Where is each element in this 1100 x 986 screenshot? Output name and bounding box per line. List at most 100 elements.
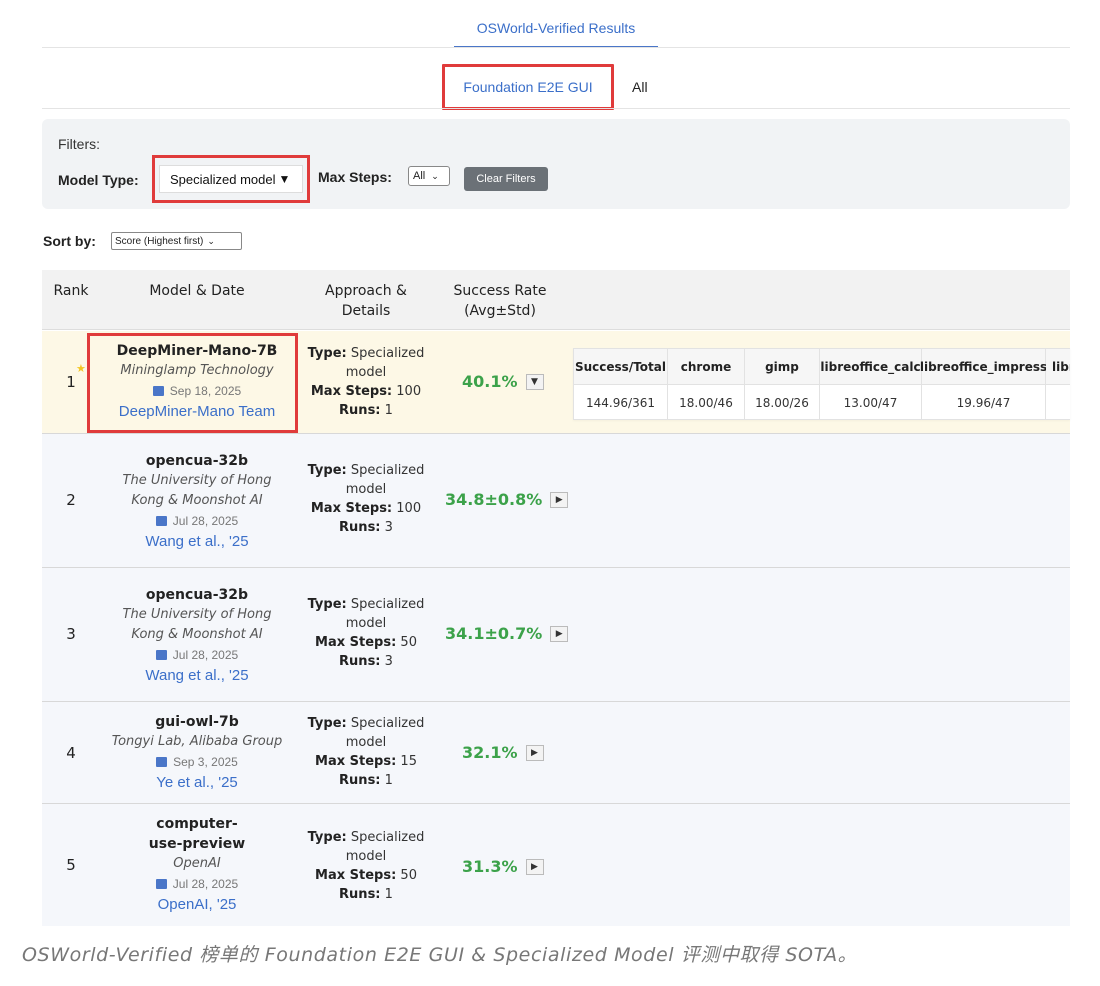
approach-cell: Type: Specialized model Max Steps: 50 Ru… bbox=[304, 828, 428, 904]
author-link[interactable]: Ye et al., '25 bbox=[102, 772, 292, 794]
model-date: Sep 3, 2025 bbox=[102, 752, 292, 772]
success-rate-cell: 31.3% ▶ bbox=[462, 857, 544, 876]
rank-cell: 3 bbox=[66, 625, 76, 643]
details-col-libreoffice-impress: libreoffice_impress 19.96/47 bbox=[920, 349, 1047, 419]
success-rate-value: 40.1% bbox=[462, 372, 518, 391]
details-value: 18.00/46 bbox=[679, 396, 733, 410]
runs-value: 1 bbox=[384, 887, 393, 902]
calendar-icon bbox=[155, 650, 167, 660]
sort-value: Score (Highest first) bbox=[115, 235, 204, 247]
success-rate-value: 32.1% bbox=[462, 743, 518, 762]
model-date: Jul 28, 2025 bbox=[102, 645, 292, 665]
approach-type: Type: Specialized model bbox=[304, 461, 428, 499]
model-date-text: Jul 28, 2025 bbox=[172, 877, 239, 891]
model-name: computer-use-preview bbox=[148, 816, 246, 852]
details-header: chrome bbox=[668, 349, 744, 385]
collapse-details-button[interactable]: ▼ bbox=[525, 373, 544, 390]
header-success-rate[interactable]: Success Rate (Avg±Std) bbox=[438, 281, 562, 321]
details-header: libreoffice_calc bbox=[820, 349, 921, 385]
rank-cell: 2 bbox=[66, 491, 76, 509]
expand-details-button[interactable]: ▶ bbox=[525, 744, 544, 761]
header-approach[interactable]: Approach & Details bbox=[304, 281, 428, 321]
sort-label: Sort by: bbox=[43, 233, 96, 249]
header-rank[interactable]: Rank bbox=[42, 281, 100, 301]
runs-label: Runs: bbox=[339, 520, 381, 535]
rank-cell: 4 bbox=[66, 744, 76, 762]
max-steps-select[interactable]: All ⌄ bbox=[408, 166, 450, 186]
approach-steps: Max Steps: 100 bbox=[304, 499, 428, 518]
model-name: opencua-32b bbox=[145, 453, 249, 469]
tab-all[interactable]: All bbox=[632, 79, 648, 95]
model-date-text: Jul 28, 2025 bbox=[172, 514, 239, 528]
type-label: Type: bbox=[307, 830, 347, 845]
header-approach-line1: Approach & bbox=[325, 283, 407, 299]
details-value: 19.96/47 bbox=[956, 396, 1011, 410]
author-link[interactable]: Wang et al., '25 bbox=[102, 531, 292, 553]
runs-value: 3 bbox=[384, 520, 393, 535]
expand-details-button[interactable]: ▶ bbox=[550, 491, 569, 508]
tab-foundation-e2e-gui[interactable]: Foundation E2E GUI bbox=[442, 64, 614, 110]
max-steps-label: Max Steps: bbox=[315, 754, 397, 769]
details-header: Success/Total bbox=[574, 349, 667, 385]
header-rate-line2: (Avg±Std) bbox=[464, 303, 536, 319]
max-steps-value: 50 bbox=[400, 635, 417, 650]
table-row[interactable]: 2 opencua-32b The University of Hong Kon… bbox=[42, 434, 1070, 568]
model-type-value: Specialized model bbox=[170, 171, 276, 187]
author-link[interactable]: OpenAI, '25 bbox=[102, 894, 292, 916]
approach-type: Type: Specialized model bbox=[304, 828, 428, 866]
expand-details-button[interactable]: ▶ bbox=[525, 858, 544, 875]
details-col-success-total: Success/Total 144.96/361 bbox=[574, 349, 668, 419]
header-approach-line2: Details bbox=[341, 303, 391, 319]
approach-type: Type: Specialized model bbox=[304, 595, 428, 633]
details-value: 144.96/361 bbox=[586, 396, 655, 410]
table-row[interactable]: 3 opencua-32b The University of Hong Kon… bbox=[42, 568, 1070, 702]
sort-select[interactable]: Score (Highest first) ⌄ bbox=[111, 232, 242, 250]
model-org: The University of Hong Kong & Moonshot A… bbox=[122, 607, 272, 642]
author-link[interactable]: Wang et al., '25 bbox=[102, 665, 292, 687]
model-date-text: Sep 3, 2025 bbox=[173, 755, 238, 769]
max-steps-value: 15 bbox=[400, 754, 417, 769]
max-steps-label: Max Steps: bbox=[310, 384, 393, 399]
table-row[interactable]: 5 computer-use-preview OpenAI Jul 28, 20… bbox=[42, 804, 1070, 926]
runs-value: 1 bbox=[384, 403, 393, 418]
details-value: 18.00/26 bbox=[755, 396, 809, 410]
approach-runs: Runs: 1 bbox=[304, 771, 428, 790]
max-steps-label: Max Steps: bbox=[310, 501, 393, 516]
model-type-select[interactable]: Specialized model ▼ bbox=[159, 165, 303, 193]
max-steps-value: 100 bbox=[396, 384, 422, 399]
details-header: gimp bbox=[745, 349, 819, 385]
max-steps-label: Max Steps: bbox=[315, 635, 397, 650]
model-org: The University of Hong Kong & Moonshot A… bbox=[122, 473, 272, 508]
approach-runs: Runs: 3 bbox=[304, 652, 428, 671]
expand-details-button[interactable]: ▶ bbox=[550, 625, 569, 642]
max-steps-value: 100 bbox=[396, 501, 422, 516]
max-steps-value: 50 bbox=[400, 868, 417, 883]
table-row[interactable]: 4 gui-owl-7b Tongyi Lab, Alibaba Group S… bbox=[42, 702, 1070, 804]
type-value: Specialized model bbox=[345, 830, 425, 864]
calendar-icon bbox=[155, 516, 167, 526]
divider bbox=[42, 108, 1070, 109]
approach-steps: Max Steps: 50 bbox=[304, 866, 428, 885]
type-value: Specialized model bbox=[345, 716, 425, 750]
model-type-label: Model Type: bbox=[58, 172, 139, 188]
clear-filters-button[interactable]: Clear Filters bbox=[464, 167, 548, 191]
details-col-chrome: chrome 18.00/46 bbox=[668, 349, 745, 419]
tab-osworld-verified-results[interactable]: OSWorld-Verified Results bbox=[454, 14, 658, 48]
model-date: Jul 28, 2025 bbox=[102, 511, 292, 531]
divider bbox=[42, 47, 1070, 48]
header-rate-line1: Success Rate bbox=[453, 283, 547, 299]
model-cell: opencua-32b The University of Hong Kong … bbox=[102, 451, 292, 553]
model-date: Jul 28, 2025 bbox=[102, 874, 292, 894]
approach-type: Type: Specialized model bbox=[304, 344, 428, 382]
model-highlight-box bbox=[87, 333, 298, 433]
type-value: Specialized model bbox=[345, 597, 425, 631]
details-col-gimp: gimp 18.00/26 bbox=[745, 349, 820, 419]
approach-cell: Type: Specialized model Max Steps: 100 R… bbox=[304, 344, 428, 420]
runs-label: Runs: bbox=[339, 654, 381, 669]
model-cell: opencua-32b The University of Hong Kong … bbox=[102, 585, 292, 687]
model-org: OpenAI bbox=[173, 856, 221, 871]
details-col-truncated: libr bbox=[1046, 349, 1070, 419]
star-icon: ★ bbox=[76, 362, 86, 375]
max-steps-label: Max Steps: bbox=[315, 868, 397, 883]
header-model[interactable]: Model & Date bbox=[102, 281, 292, 301]
